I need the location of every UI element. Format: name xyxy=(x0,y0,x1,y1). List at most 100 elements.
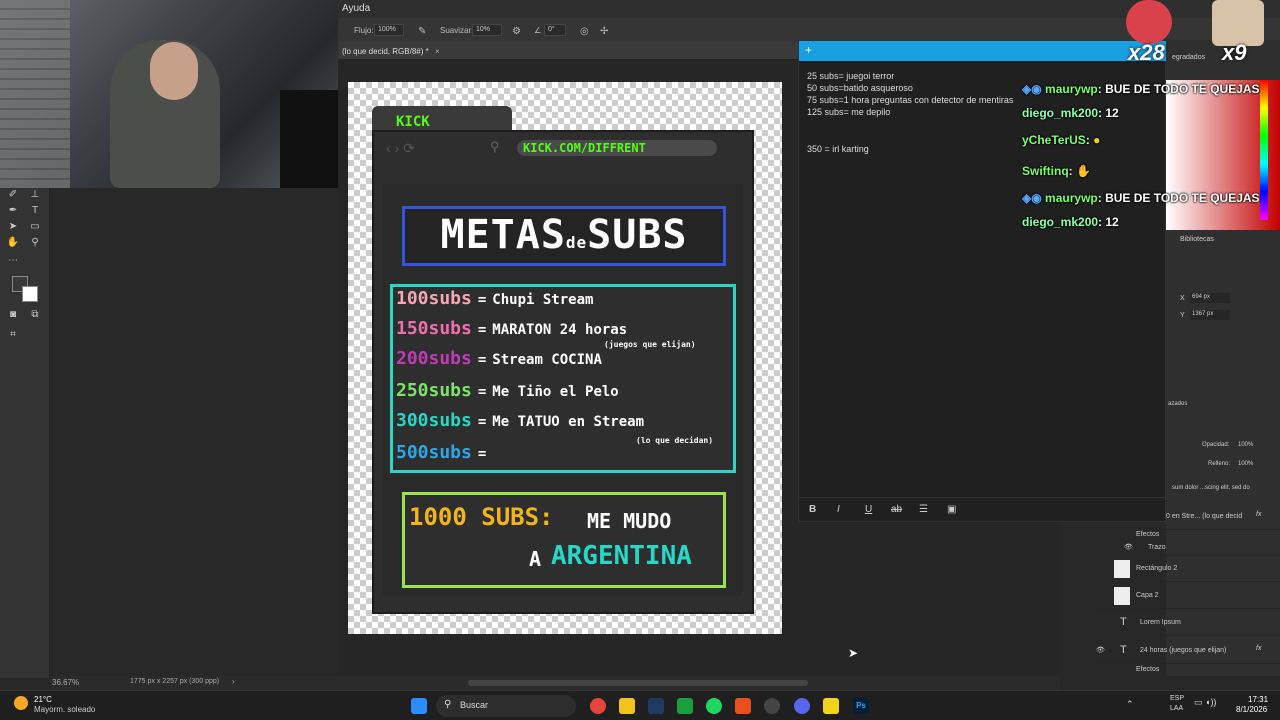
weather-icon[interactable] xyxy=(14,696,28,710)
note-line[interactable]: 125 subs= me depilo xyxy=(807,107,890,117)
rectangle-tool-icon[interactable]: ▭ xyxy=(28,220,42,234)
add-note-icon[interactable]: + xyxy=(805,43,812,57)
status-arrow-icon[interactable]: › xyxy=(232,677,235,686)
lang-secondary[interactable]: LAA xyxy=(1170,705,1183,712)
layer-effects-row[interactable]: Efectos xyxy=(1092,664,1280,676)
fx-icon[interactable]: fx xyxy=(1256,511,1261,518)
goal-row: 150subs = MARATON 24 horas xyxy=(396,318,627,339)
webcam-monitor xyxy=(280,90,338,188)
layer-stroke-row[interactable]: 👁 Trazo xyxy=(1092,542,1280,556)
chat-text: : xyxy=(1085,133,1090,147)
file-explorer-icon[interactable] xyxy=(619,698,635,714)
webcam-wall xyxy=(0,0,70,188)
goal-text: Chupi Stream xyxy=(492,292,594,308)
layer-row[interactable]: 0 en Stre... (lo que decid fx xyxy=(1092,504,1280,530)
sticky-notes-icon[interactable] xyxy=(823,698,839,714)
title-metas: METAS xyxy=(440,212,566,258)
more-tools-icon[interactable]: ⋯ xyxy=(6,254,20,268)
emote-icon: ✋ xyxy=(1076,164,1091,178)
list-icon[interactable]: ☰ xyxy=(919,504,928,515)
goal-equals: = xyxy=(477,292,487,308)
note-line[interactable]: 25 subs= juegoi terror xyxy=(807,71,894,81)
goal-row: 250subs = Me Tiño el Pelo xyxy=(396,380,619,401)
artboard-icon[interactable]: ⌗ xyxy=(6,328,20,342)
horizontal-scrollbar[interactable] xyxy=(468,680,808,686)
clock-date[interactable]: 8/1/2026 xyxy=(1236,705,1267,714)
chat-message: Swiftinq: ✋ xyxy=(1022,164,1091,178)
airbrush-icon[interactable]: ✎ xyxy=(418,26,426,37)
layer-row[interactable]: 👁 T 24 horas (juegos que elijan) fx xyxy=(1092,638,1280,664)
layer-effects-row[interactable]: Efectos xyxy=(1092,530,1280,542)
document-tab[interactable]: (lo que decid, RGB/8#) * × xyxy=(338,42,798,60)
brave-icon[interactable] xyxy=(735,698,751,714)
fx-icon[interactable]: fx xyxy=(1256,645,1261,652)
flow-input[interactable]: 100% xyxy=(374,24,404,36)
tools-panel: ✐ ⊥ ✒ T ➤ ▭ ✋ ⚲ ⋯ ◙ ⧉ ⌗ xyxy=(0,188,50,678)
pen-tool-icon[interactable]: ✒ xyxy=(6,204,20,218)
eye-icon[interactable]: 👁 xyxy=(1096,646,1105,654)
tray-chevron-icon[interactable]: ⌃ xyxy=(1126,699,1134,710)
eye-icon[interactable]: 👁 xyxy=(1124,543,1133,551)
chrome-icon[interactable] xyxy=(590,698,606,714)
strikethrough-icon[interactable]: ab xyxy=(891,504,902,515)
bold-icon[interactable]: B xyxy=(809,504,816,515)
image-icon[interactable]: ▣ xyxy=(947,504,956,515)
goal-note-decide: (lo que decidan) xyxy=(636,436,714,445)
goal-equals: = xyxy=(477,322,487,338)
hand-tool-icon[interactable]: ✋ xyxy=(6,236,20,250)
quick-mask-icon[interactable]: ◙ xyxy=(6,308,20,322)
stamp-tool-icon[interactable]: ⊥ xyxy=(28,188,42,202)
y-position-field[interactable]: 1367 px xyxy=(1190,310,1230,320)
pressure-icon[interactable]: ◎ xyxy=(580,26,589,37)
note-line[interactable]: 50 subs=batido asqueroso xyxy=(807,83,913,93)
gear-icon[interactable]: ⚙ xyxy=(512,26,521,37)
note-line[interactable]: 75 subs=1 hora preguntas con detector de… xyxy=(807,95,1013,105)
lang-primary[interactable]: ESP xyxy=(1170,695,1184,702)
taskbar-search[interactable]: ⚲ Buscar xyxy=(436,695,576,717)
opacity-value[interactable]: 100% xyxy=(1238,442,1253,448)
discord-icon[interactable] xyxy=(794,698,810,714)
layer-row[interactable]: Capa 2 xyxy=(1092,583,1280,609)
weather-temp[interactable]: 21°C xyxy=(34,695,52,704)
chat-text: : BUE DE TODO TE QUEJAS xyxy=(1097,191,1260,205)
layer-row[interactable]: T Lorem Ipsum xyxy=(1092,610,1280,636)
smooth-input[interactable]: 10% xyxy=(472,24,502,36)
underline-icon[interactable]: U xyxy=(865,504,872,515)
path-select-icon[interactable]: ➤ xyxy=(6,220,20,234)
italic-icon[interactable]: I xyxy=(837,504,840,515)
gradients-tab[interactable]: egradados xyxy=(1172,54,1205,61)
photoshop-icon[interactable]: Ps xyxy=(853,698,869,714)
menu-help[interactable]: Ayuda xyxy=(342,3,370,14)
spotify-icon[interactable] xyxy=(706,698,722,714)
zoom-tool-icon[interactable]: ⚲ xyxy=(28,236,42,250)
chat-user: Swiftinq xyxy=(1022,164,1069,178)
angle-input[interactable]: 0° xyxy=(544,24,566,36)
steam-icon[interactable] xyxy=(648,698,664,714)
browser-nav-icons: ‹ › ⟳ xyxy=(386,140,415,156)
layer-row[interactable]: Rectángulo 2 xyxy=(1092,556,1280,582)
layer-name: Rectángulo 2 xyxy=(1136,565,1178,572)
chat-overlay: ◈◉ maurywp: BUE DE TODO TE QUEJAS diego_… xyxy=(1018,78,1280,238)
obs-icon[interactable] xyxy=(764,698,780,714)
background-color[interactable] xyxy=(22,286,38,302)
brush-tool-icon[interactable]: ✐ xyxy=(6,188,20,202)
note-line[interactable]: 350 = irl karting xyxy=(807,144,869,154)
x-position-field[interactable]: 694 px xyxy=(1190,293,1230,303)
xbox-icon[interactable] xyxy=(677,698,693,714)
title-subs: SUBS xyxy=(587,212,688,258)
goal-text: Me Tiño el Pelo xyxy=(492,384,619,400)
close-tab-icon[interactable]: × xyxy=(435,47,440,56)
chat-user: diego_mk200 xyxy=(1022,215,1099,229)
layers-tab[interactable]: azados xyxy=(1168,401,1187,407)
type-tool-icon[interactable]: T xyxy=(28,204,42,218)
fill-value[interactable]: 100% xyxy=(1238,461,1253,467)
weather-desc[interactable]: Mayorm. soleado xyxy=(34,705,95,714)
clock-time[interactable]: 17:31 xyxy=(1248,695,1268,704)
windows-start-icon[interactable] xyxy=(411,698,427,714)
goal-row: 200subs = Stream COCINA xyxy=(396,348,602,369)
flow-label: Flujo: xyxy=(354,26,374,35)
zoom-level[interactable]: 36.67% xyxy=(52,678,79,687)
screen-mode-icon[interactable]: ⧉ xyxy=(28,308,42,322)
symmetry-icon[interactable]: ✢ xyxy=(600,26,608,37)
network-icon[interactable]: ▭ ◖)) xyxy=(1194,697,1216,708)
